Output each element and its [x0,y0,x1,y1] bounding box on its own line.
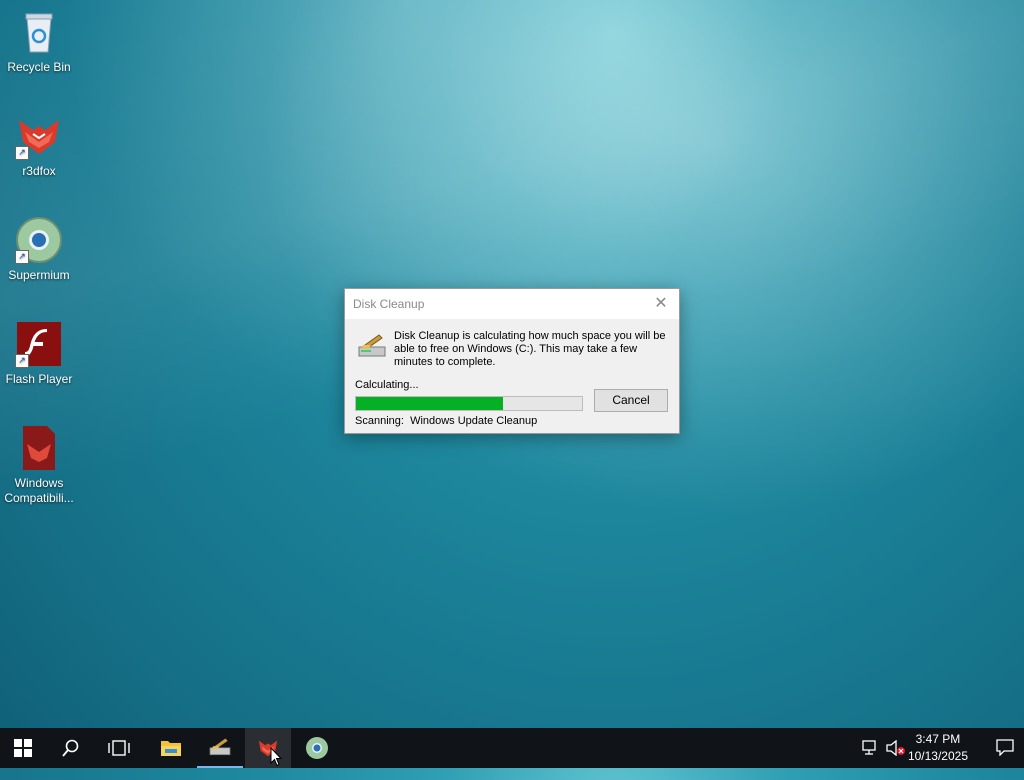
disk-cleanup-icon [357,333,387,359]
file-explorer-button[interactable] [148,728,194,768]
clock-date: 10/13/2025 [907,749,968,763]
start-button[interactable] [0,728,46,768]
disk-cleanup-dialog: Disk Cleanup ✕ Disk Cleanup is calculati… [344,288,680,434]
desktop-icon-supermium[interactable]: ↗ Supermium [2,216,76,283]
cancel-button[interactable]: Cancel [594,389,668,412]
volume-muted-icon[interactable] [886,739,906,780]
shortcut-arrow-icon: ↗ [15,354,29,368]
supermium-icon: ↗ [15,216,63,264]
system-clock[interactable]: 3:47 PM 10/13/2025 [908,731,968,765]
shortcut-arrow-icon: ↗ [15,250,29,264]
task-view-button[interactable] [96,728,142,768]
close-icon[interactable]: ✕ [651,294,671,314]
desktop-icon-label: Supermium [8,268,70,282]
mouse-cursor-icon [270,746,283,772]
action-center-icon[interactable] [996,738,1014,761]
task-view-icon [108,740,130,756]
desktop-icon-flash-player[interactable]: ↗ Flash Player [2,320,76,387]
scanning-status: Scanning: Windows Update Cleanup [355,415,537,427]
search-button[interactable] [48,728,94,768]
status-text: Calculating... [355,379,419,391]
progress-bar [355,396,583,411]
r3dfox-icon: ↗ [15,112,63,160]
search-icon [62,739,79,757]
clock-time: 3:47 PM [915,732,961,746]
r3dfox-taskbar-button[interactable] [245,728,291,768]
supermium-icon [306,737,328,759]
taskbar: 3:47 PM 10/13/2025 [0,728,1024,768]
supermium-taskbar-button[interactable] [294,728,340,768]
disk-cleanup-taskbar-button[interactable] [197,728,243,768]
desktop-icon-label: Recycle Bin [7,60,71,74]
shortcut-arrow-icon: ↗ [15,146,29,160]
desktop-icon-r3dfox[interactable]: ↗ r3dfox [2,112,76,179]
recycle-bin-icon [15,8,63,56]
network-icon[interactable] [862,740,880,780]
file-explorer-icon [161,741,181,756]
desktop-icon-label: r3dfox [22,164,56,178]
desktop-icon-windows-compatibility[interactable]: Windows Compatibili... [2,424,76,506]
scanning-item: Windows Update Cleanup [410,415,538,427]
scanning-label: Scanning: [355,415,404,427]
start-icon [14,739,32,757]
desktop-icon-label: Flash Player [5,372,73,386]
desktop-icon-recycle-bin[interactable]: Recycle Bin [2,8,76,75]
dialog-title: Disk Cleanup [353,297,425,311]
disk-cleanup-icon [209,738,231,756]
desktop-icon-label: Windows Compatibili... [4,476,74,505]
progress-fill [356,397,503,410]
dialog-titlebar[interactable]: Disk Cleanup ✕ [345,289,679,319]
windows-compatibility-icon [15,424,63,472]
dialog-message: Disk Cleanup is calculating how much spa… [394,330,666,368]
flash-player-icon: ↗ [15,320,63,368]
